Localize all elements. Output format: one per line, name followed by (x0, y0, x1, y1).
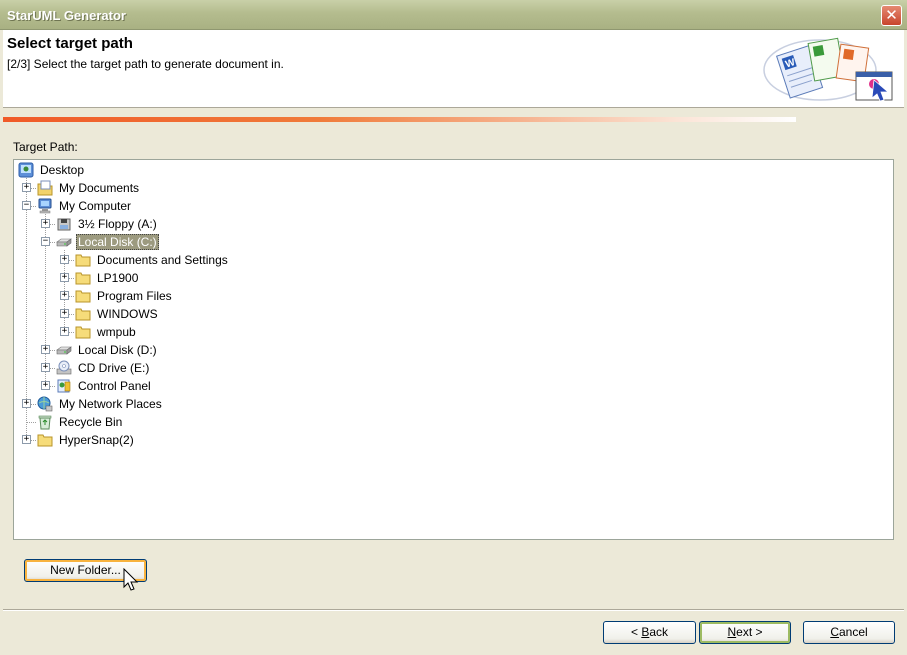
back-button-prefix: < (630, 625, 642, 639)
tree-node-label: Local Disk (C:) (76, 234, 159, 250)
expand-toggle[interactable]: + (41, 219, 50, 228)
desktop-icon (18, 162, 34, 178)
folder-tree-view[interactable]: Desktop + My Documents − My Computer + 3… (13, 159, 894, 540)
next-button[interactable]: Next > (699, 621, 791, 644)
tree-node-label: My Documents (59, 181, 140, 195)
tree-node-label: WINDOWS (97, 307, 158, 321)
floppy-icon (57, 218, 71, 231)
expand-toggle[interactable]: + (41, 363, 50, 372)
page-title: Select target path (7, 35, 133, 52)
my-documents-icon (37, 180, 53, 196)
close-icon: ✕ (885, 6, 898, 24)
cancel-button-accelerator: C (830, 625, 839, 639)
tree-node-label: wmpub (97, 325, 136, 339)
expand-toggle[interactable]: + (41, 381, 50, 390)
cancel-button[interactable]: Cancel (803, 621, 895, 644)
footer-separator (3, 609, 904, 611)
tree-node-label: Program Files (97, 289, 172, 303)
mouse-pointer-icon (123, 568, 139, 591)
back-button-label: ack (649, 625, 669, 639)
window-title: StarUML Generator (7, 8, 126, 23)
expand-toggle[interactable]: + (22, 183, 31, 192)
tree-node-label: 3½ Floppy (A:) (78, 217, 157, 231)
control-panel-icon (57, 379, 71, 393)
folder-icon (37, 434, 53, 447)
expand-toggle[interactable]: + (60, 291, 69, 300)
title-bar: StarUML Generator ✕ (0, 0, 907, 30)
my-computer-icon (38, 198, 52, 214)
documents-graphic-icon: W (763, 37, 893, 102)
expand-toggle[interactable]: + (41, 345, 50, 354)
tree-node-label: Documents and Settings (97, 253, 228, 267)
wizard-progress-bar (3, 117, 796, 122)
folder-icon (75, 326, 91, 339)
hard-disk-icon (56, 346, 72, 355)
next-button-accelerator: N (727, 625, 737, 639)
tree-node-label: My Network Places (59, 397, 162, 411)
new-folder-button-label: New Folder... (50, 563, 121, 577)
folder-icon (75, 290, 91, 303)
wizard-header: Select target path [2/3] Select the targ… (3, 30, 904, 108)
tree-node-label: Recycle Bin (59, 415, 123, 429)
expand-toggle[interactable]: + (60, 255, 69, 264)
expand-toggle[interactable]: + (22, 399, 31, 408)
next-button-label: ext > (736, 625, 763, 639)
tree-node-label: LP1900 (97, 271, 139, 285)
collapse-toggle[interactable]: − (41, 237, 50, 246)
collapse-toggle[interactable]: − (22, 201, 31, 210)
tree-node-label: HyperSnap(2) (59, 433, 134, 447)
expand-toggle[interactable]: + (22, 435, 31, 444)
hard-disk-icon (56, 238, 72, 247)
tree-node-label: Control Panel (78, 379, 151, 393)
folder-icon (75, 308, 91, 321)
cancel-button-label: ancel (838, 625, 868, 639)
tree-node-label: Desktop (40, 163, 85, 177)
folder-icon (75, 254, 91, 267)
tree-node-label: My Computer (59, 199, 132, 213)
back-button[interactable]: < Back (603, 621, 696, 644)
target-path-label: Target Path: (13, 140, 78, 154)
expand-toggle[interactable]: + (60, 327, 69, 336)
close-button[interactable]: ✕ (881, 5, 902, 26)
cd-drive-icon (56, 360, 72, 375)
tree-node-label: CD Drive (E:) (78, 361, 150, 375)
page-subtitle: [2/3] Select the target path to generate… (7, 57, 284, 71)
folder-icon (75, 272, 91, 285)
recycle-bin-icon (38, 415, 52, 430)
tree-node-label: Local Disk (D:) (78, 343, 157, 357)
expand-toggle[interactable]: + (60, 273, 69, 282)
network-places-icon (37, 396, 53, 412)
expand-toggle[interactable]: + (60, 309, 69, 318)
